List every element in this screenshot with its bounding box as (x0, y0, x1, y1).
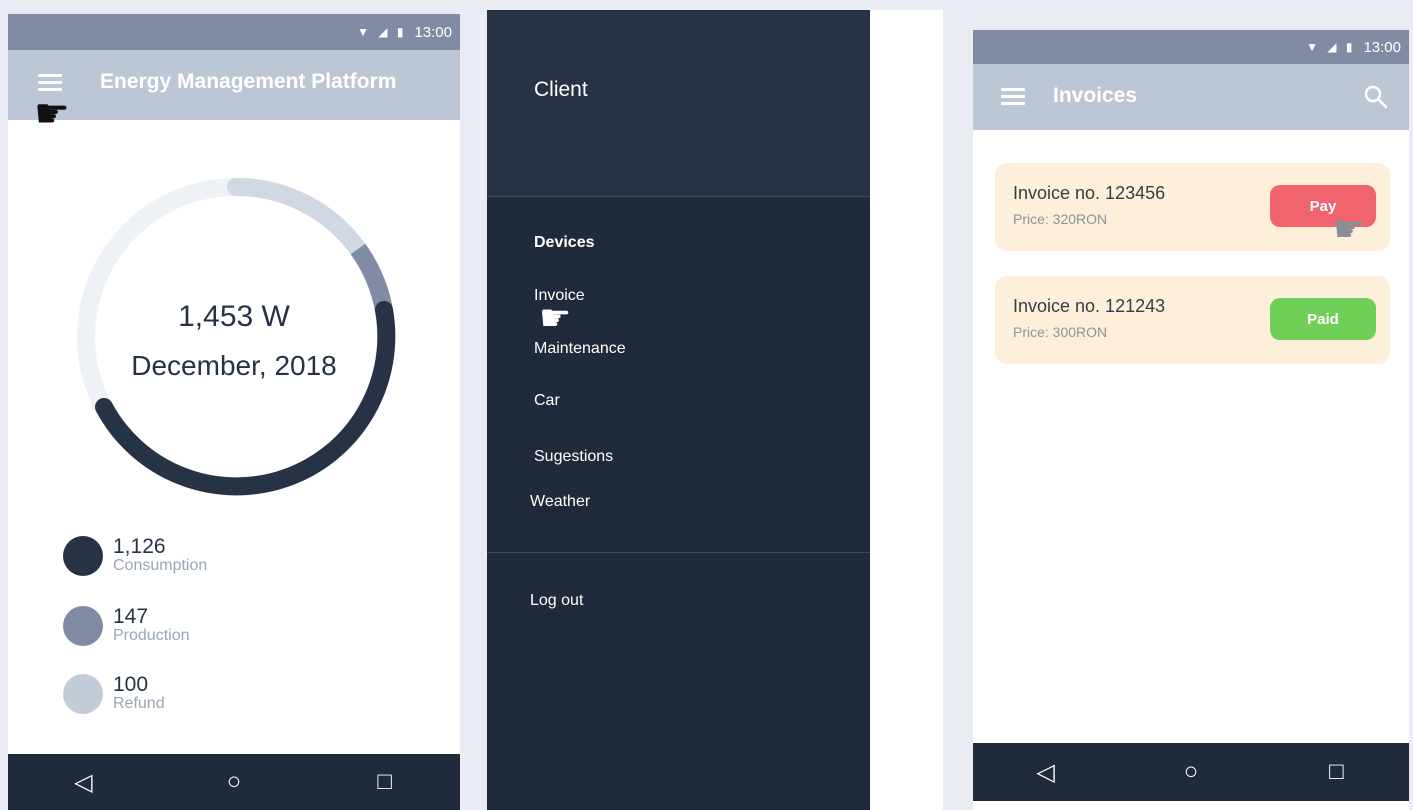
back-button[interactable]: ◁ (53, 768, 113, 797)
drawer-item-maintenance[interactable]: Maintenance (534, 340, 626, 358)
recent-apps-button[interactable]: □ (355, 768, 415, 796)
signal-icons: ▼ ◢ ▮ (357, 25, 407, 39)
app-bar: Energy Management Platform (8, 50, 460, 120)
legend-consumption: 1,126 Consumption (63, 536, 207, 576)
drawer-client-label: Client (534, 78, 588, 101)
period-label: December, 2018 (131, 350, 337, 381)
drawer-screen: Client Devices Invoice Maintenance Car S… (487, 10, 943, 810)
divider (487, 196, 870, 197)
production-label: Production (113, 627, 190, 644)
refund-dot (63, 674, 103, 714)
menu-icon[interactable] (1001, 88, 1025, 106)
navigation-drawer: Client Devices Invoice Maintenance Car S… (487, 10, 870, 810)
gauge-refund-arc (227, 177, 367, 258)
recent-apps-button[interactable]: □ (1306, 758, 1366, 786)
home-button[interactable]: ○ (204, 768, 264, 796)
status-bar: ▼ ◢ ▮ 13:00 (8, 14, 460, 50)
invoice-number: Invoice no. 121243 (1013, 296, 1166, 316)
drawer-item-weather[interactable]: Weather (530, 493, 590, 511)
back-button[interactable]: ◁ (1016, 758, 1076, 787)
status-bar: ▼ ◢ ▮ 13:00 (973, 30, 1409, 64)
legend-refund: 100 Refund (63, 674, 165, 714)
paid-badge: Paid (1270, 298, 1376, 340)
system-nav-bar: ◁ ○ □ (973, 743, 1409, 801)
system-nav-bar: ◁ ○ □ (8, 754, 460, 810)
invoice-number: Invoice no. 123456 (1013, 183, 1166, 203)
signal-icons: ▼ ◢ ▮ (1306, 40, 1356, 54)
invoice-price: Price: 320RON (1013, 211, 1108, 227)
menu-icon[interactable] (38, 74, 62, 92)
status-time: 13:00 (414, 23, 452, 41)
refund-value: 100 (113, 673, 149, 696)
app-bar: Invoices (973, 64, 1409, 130)
divider (487, 552, 870, 553)
consumption-label: Consumption (113, 557, 208, 574)
invoice-card: Invoice no. 121243 Price: 300RON Paid (995, 276, 1390, 364)
pointer-hand-icon: ☛ (539, 297, 572, 338)
production-dot (63, 606, 103, 646)
invoice-card: Invoice no. 123456 Price: 320RON Pay ☛ (995, 163, 1390, 251)
drawer-item-devices[interactable]: Devices (534, 234, 595, 252)
refund-label: Refund (113, 695, 165, 712)
legend-production: 147 Production (63, 606, 190, 646)
gauge-consumption-arc (95, 301, 396, 496)
dashboard-screen: ▼ ◢ ▮ 13:00 Energy Management Platform ☛… (8, 14, 460, 810)
app-title: Energy Management Platform (100, 70, 397, 93)
drawer-item-sugestions[interactable]: Sugestions (534, 448, 613, 466)
consumption-value: 1,126 (113, 535, 166, 558)
page-title: Invoices (1053, 84, 1138, 107)
home-button[interactable]: ○ (1161, 758, 1221, 786)
pointer-hand-icon: ☛ (34, 92, 70, 136)
consumption-dot (63, 536, 103, 576)
invoices-screen: ▼ ◢ ▮ 13:00 Invoices Invoice no. 123456 … (973, 30, 1409, 810)
pointer-hand-icon: ☛ (1333, 208, 1366, 249)
drawer-header: Client (487, 10, 870, 196)
status-time: 13:00 (1363, 38, 1401, 56)
energy-gauge (77, 177, 396, 496)
power-value: 1,453 W (178, 300, 290, 333)
logout-item[interactable]: Log out (530, 592, 583, 610)
search-icon[interactable] (1363, 84, 1389, 110)
drawer-item-car[interactable]: Car (534, 392, 560, 410)
production-value: 147 (113, 605, 149, 628)
invoice-price: Price: 300RON (1013, 324, 1108, 340)
